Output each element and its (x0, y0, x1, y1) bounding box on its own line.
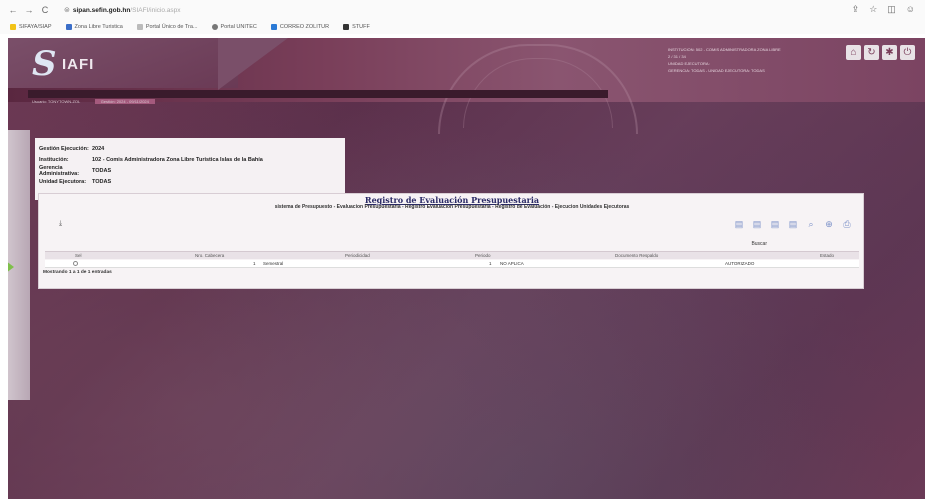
bookmark-favicon-icon (10, 24, 16, 30)
export-icon[interactable]: ⤓ (59, 220, 67, 228)
column-header[interactable]: Documento Respaldo (615, 252, 658, 260)
bookmark-item[interactable]: CORREO ZOLITUR (270, 24, 329, 30)
bookmark-favicon-icon (211, 24, 218, 30)
session-user: Usuario: TONYTOWN-ZOL (32, 99, 81, 104)
bookmark-favicon-icon (343, 24, 350, 30)
bookmark-item[interactable]: Portal Único de Tra... (136, 24, 198, 30)
header-actions: ⌂ ↻ ✱ ⏻ (846, 45, 915, 60)
cell-periodo: 1 (489, 261, 492, 266)
address-bar-row: ← → C ⊜ sipan.sefin.gob.hn/SIAFI/inicio.… (0, 0, 925, 20)
user-info: INSTITUCION: 502 - COMIS ADMINISTRADORA … (668, 46, 838, 74)
column-header[interactable]: Periodo (475, 252, 491, 260)
print-icon[interactable]: ⎙ (841, 218, 853, 230)
search-label: Buscar (751, 241, 767, 247)
cell-estado: AUTORIZADO (725, 261, 755, 266)
refresh-icon[interactable]: ↻ (864, 45, 879, 60)
sidepanel-icon[interactable]: ◫ (887, 4, 896, 15)
header-decoration (218, 38, 288, 90)
column-header[interactable]: Periodicidad (345, 252, 370, 260)
add-record-icon[interactable]: ▤ (733, 218, 745, 230)
bookmark-favicon-icon (65, 24, 72, 30)
context-row: Gestión Ejecución: 2024 (39, 145, 105, 152)
cell-documento: NO APLICA (500, 261, 524, 266)
profile-icon[interactable]: ☺ (906, 4, 915, 15)
bookmarks-bar: SIFAYA/SIAP Zona Libre Turistica Portal … (0, 20, 925, 34)
bookmark-favicon-icon (136, 24, 143, 30)
site-info-icon[interactable]: ⊜ (64, 6, 70, 14)
session-bar: Usuario: TONYTOWN-ZOL Gestión: 2024 - 09… (28, 90, 608, 104)
siafi-logo-icon: S (32, 44, 57, 84)
table-footer: Mostrando 1 a 1 de 1 entradas (43, 270, 112, 275)
browser-chrome: ← → C ⊜ sipan.sefin.gob.hn/SIAFI/inicio.… (0, 0, 925, 34)
column-header[interactable]: Nro. Cabecera (195, 252, 224, 260)
panel-breadcrumb: sistema de Presupuesto - Evaluacion Pres… (274, 204, 630, 210)
home-icon[interactable]: ⌂ (846, 45, 861, 60)
context-info: Gestión Ejecución: 2024 Institución: 102 -… (35, 138, 345, 200)
settings-icon[interactable]: ✱ (882, 45, 897, 60)
context-row: Unidad Ejecutora: TODAS (39, 178, 112, 185)
forward-icon[interactable]: → (24, 5, 34, 15)
zoom-search-icon[interactable]: ⊕ (823, 218, 835, 230)
context-row: Gerencia Administrativa: TODAS (39, 164, 112, 177)
reload-icon[interactable]: C (40, 5, 50, 15)
logo-area: S IAFI (8, 38, 238, 88)
table-row[interactable]: 1 Semestral 1 NO APLICA AUTORIZADO (45, 260, 859, 268)
address-bar[interactable]: sipan.sefin.gob.hn/SIAFI/inicio.aspx (73, 7, 181, 14)
logo-text: IAFI (62, 56, 95, 73)
siafi-app: S IAFI Usuario: TONYTOWN-ZOL Gestión: 20… (8, 38, 925, 499)
user-info-line: GERENCIA: TODAS - UNIDAD EJECUTORA: TODA… (668, 68, 765, 73)
bookmark-item[interactable]: Zona Libre Turistica (65, 24, 123, 30)
view-record-icon[interactable]: ▤ (787, 218, 799, 230)
bookmark-star-icon[interactable]: ☆ (869, 4, 877, 15)
toolbar: ▤ ▤ ▤ ▤ ⌕ ⊕ ⎙ (733, 218, 853, 230)
power-icon[interactable]: ⏻ (900, 45, 915, 60)
row-select-radio[interactable] (73, 260, 78, 268)
user-info-line: 2 / 31 / 34 (668, 54, 686, 59)
user-info-line: INSTITUCION: 502 - COMIS ADMINISTRADORA … (668, 47, 781, 52)
column-header[interactable]: Sel (75, 252, 82, 260)
bookmark-item[interactable]: STUFF (343, 24, 370, 30)
evaluation-panel: Registro de Evaluación Presupuestaria si… (38, 193, 864, 289)
back-icon[interactable]: ← (8, 5, 18, 15)
table-header: Sel Nro. Cabecera Periodicidad Periodo D… (45, 251, 859, 259)
session-tag: Gestión: 2024 - 09/11/2024 (94, 99, 155, 104)
delete-record-icon[interactable]: ▤ (769, 218, 781, 230)
bookmark-item[interactable]: SIFAYA/SIAP (10, 24, 52, 30)
cell-periodicidad: Semestral (263, 261, 284, 266)
bookmark-item[interactable]: Portal UNITEC (211, 24, 257, 30)
cell-nro: 1 (253, 261, 256, 266)
edit-record-icon[interactable]: ▤ (751, 218, 763, 230)
column-header[interactable]: Estado (820, 252, 834, 260)
expand-menu-icon[interactable] (8, 258, 14, 276)
bookmark-favicon-icon (270, 24, 277, 30)
app-header: S IAFI Usuario: TONYTOWN-ZOL Gestión: 20… (8, 38, 925, 134)
context-row: Institución: 102 - Comis Administradora Z… (39, 156, 263, 163)
install-icon[interactable]: ⇪ (852, 4, 860, 15)
user-info-line: UNIDAD EJECUTORA: (668, 61, 710, 66)
search-icon[interactable]: ⌕ (805, 218, 817, 230)
